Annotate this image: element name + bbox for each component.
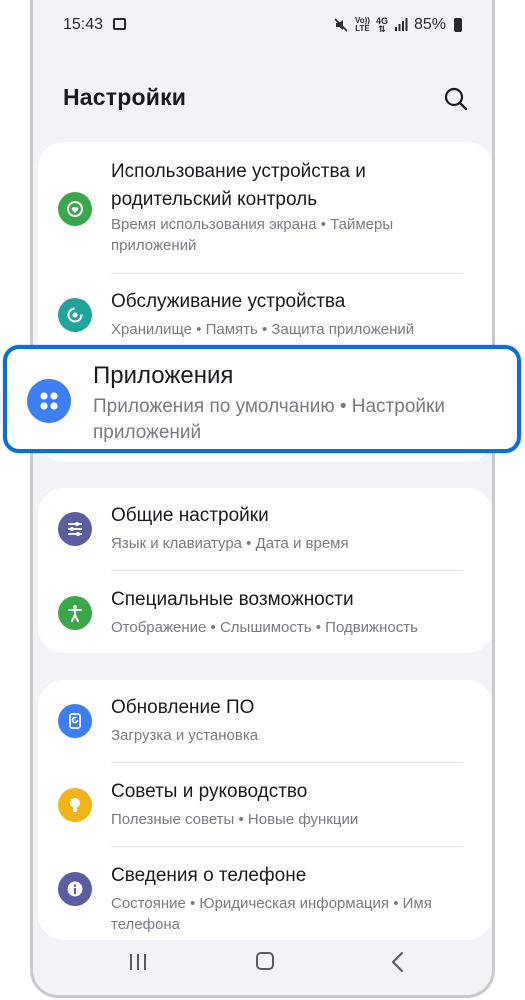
search-button[interactable] (441, 84, 471, 114)
item-subtitle: Загрузка и установка (111, 727, 259, 744)
divider (111, 846, 463, 847)
item-title: Специальные возможности (111, 589, 354, 610)
item-title: Обновление ПО (111, 697, 255, 718)
divider (111, 273, 463, 274)
settings-item-digital-wellbeing[interactable]: Использование устройства и родительский … (38, 156, 492, 264)
phone-screen: 15:43 Vo)) LTE 4G ⇅ 85% Настройки Исполь… (30, 0, 495, 998)
settings-item-general[interactable]: Общие настройки Язык и клавиатура • Дата… (38, 502, 492, 562)
navigation-bar (33, 935, 492, 995)
sliders-icon (58, 512, 92, 546)
settings-group-3: Обновление ПО Загрузка и установка Совет… (38, 680, 492, 940)
item-subtitle: Хранилище • Память • Защита приложений (111, 321, 415, 338)
gallery-notification-icon (113, 18, 126, 30)
battery-percent: 85% (413, 16, 446, 33)
volte-icon: Vo)) LTE (354, 16, 370, 33)
page-title: Настройки (63, 84, 187, 110)
status-time: 15:43 (63, 16, 104, 33)
settings-item-accessibility[interactable]: Специальные возможности Отображение • Сл… (38, 586, 492, 646)
settings-item-software-update[interactable]: Обновление ПО Загрузка и установка (38, 694, 492, 754)
divider (111, 762, 463, 763)
software-update-icon (58, 704, 92, 738)
accessibility-icon (58, 596, 92, 630)
item-subtitle: Состояние • Юридическая информация • Имя… (111, 895, 432, 933)
item-title: Использование устройства и родительский … (111, 161, 366, 210)
item-subtitle: Язык и клавиатура • Дата и время (111, 535, 349, 552)
item-title: Общие настройки (111, 505, 269, 526)
battery-icon (454, 18, 462, 32)
recent-apps-button[interactable] (128, 953, 148, 971)
digital-wellbeing-icon (58, 192, 92, 226)
item-subtitle: Полезные советы • Новые функции (111, 811, 359, 828)
mute-icon (334, 18, 348, 32)
item-title: Приложения (93, 362, 234, 389)
info-icon (58, 872, 92, 906)
device-care-icon (58, 298, 92, 332)
settings-item-tips[interactable]: Советы и руководство Полезные советы • Н… (38, 778, 492, 838)
item-title: Сведения о телефоне (111, 865, 307, 886)
item-title: Обслуживание устройства (111, 291, 346, 312)
settings-item-about-phone[interactable]: Сведения о телефоне Состояние • Юридичес… (38, 862, 492, 933)
apps-icon (27, 379, 71, 423)
divider (111, 570, 463, 571)
item-subtitle: Отображение • Слышимость • Подвижность (111, 619, 418, 636)
home-button[interactable] (256, 952, 274, 970)
signal-icon (394, 18, 408, 31)
item-subtitle: Время использования экрана • Таймеры при… (111, 216, 394, 254)
recent-apps-icon (130, 954, 146, 970)
back-button[interactable] (388, 951, 408, 973)
search-icon (444, 87, 468, 111)
back-icon (391, 951, 404, 973)
status-bar: 15:43 Vo)) LTE 4G ⇅ 85% (33, 0, 492, 48)
network-type-icon: 4G ⇅ (375, 16, 388, 34)
item-title: Советы и руководство (111, 781, 308, 802)
lightbulb-icon (58, 788, 92, 822)
settings-group-2: Общие настройки Язык и клавиатура • Дата… (38, 488, 492, 653)
item-subtitle: Приложения по умолчанию • Настройки прил… (93, 396, 445, 443)
settings-item-apps-highlighted[interactable]: Приложения Приложения по умолчанию • Нас… (3, 345, 521, 453)
settings-item-device-care[interactable]: Обслуживание устройства Хранилище • Памя… (38, 288, 492, 344)
